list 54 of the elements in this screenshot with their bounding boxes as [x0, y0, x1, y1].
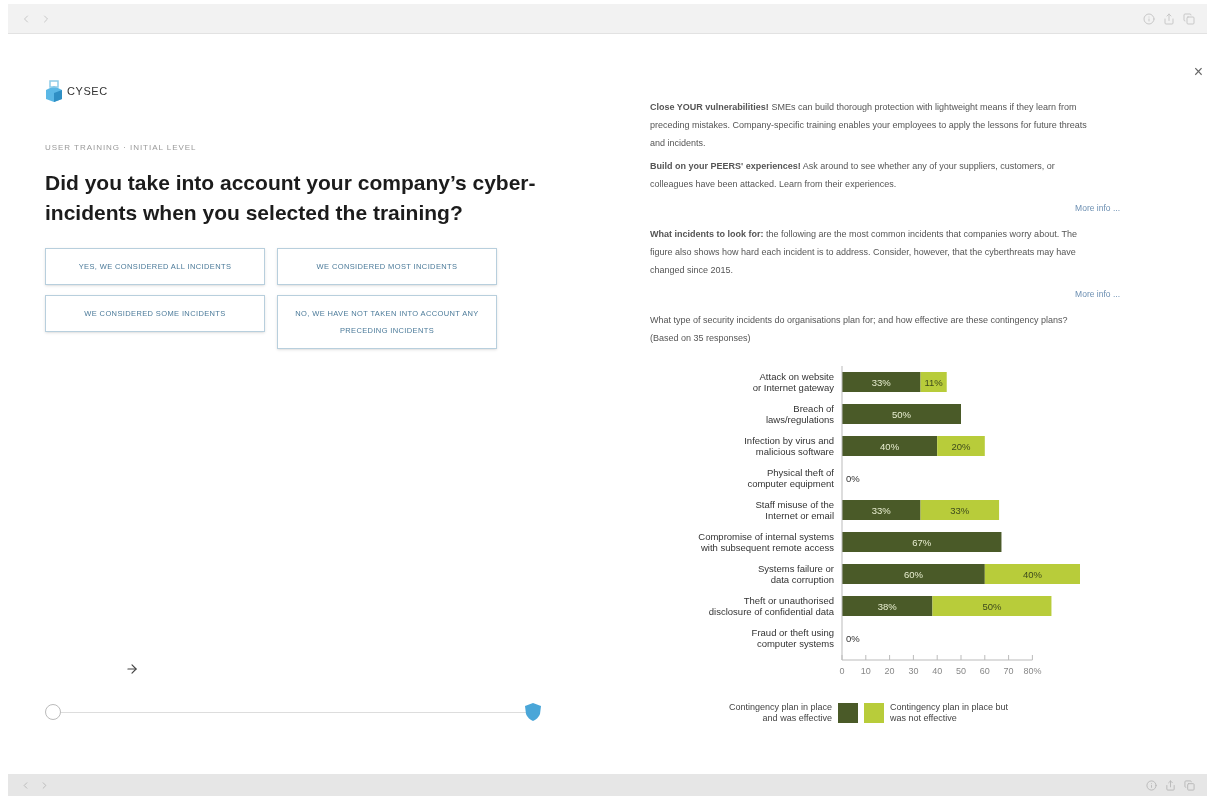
tick-label: 70 — [1003, 665, 1014, 676]
tick-label: 60 — [979, 665, 990, 676]
info-paragraph: Close YOUR vulnerabilities! SMEs can build thorough protection with lightweight means if they learn from preceding mistakes. Company-specific training enables your employees to apply the lessons for future threats and incidents. — [650, 101, 1088, 150]
tick-label: 80% — [1023, 665, 1042, 676]
tick-label: 30 — [908, 665, 919, 676]
category-label: Breach of laws/regulations — [765, 402, 834, 425]
legend-label: Contingency plan in place but was not effective — [890, 701, 1010, 724]
category-label: Theft or unauthorised disclosure of confidential data — [708, 594, 834, 617]
share-icon[interactable] — [1165, 779, 1176, 791]
info-paragraph: Build on your PEERS' experiences! Ask around to see whether any of your suppliers, customers, or colleagues have been attacked. Learn from their experiences. — [650, 160, 1056, 191]
value-label: 40% — [880, 440, 900, 451]
category-label: Attack on website or Internet gateway — [752, 370, 834, 393]
info-paragraph: What type of security incidents do organisations plan for; and how effective are these contingency plans? (Based on 35 responses) — [650, 313, 1069, 345]
tick-label: 40 — [932, 665, 943, 676]
category-label: Compromise of internal systems with subsequent remote access — [698, 530, 834, 553]
category-label: Physical theft of computer equipment — [747, 466, 834, 489]
value-label: 33% — [950, 504, 970, 515]
question-heading: Did you take into account your company’s cyber-incidents when you selected the training? — [45, 170, 537, 226]
info-paragraph: What incidents to look for: the following are the most common incidents that companies worry about. The figure also shows how hard each incident is to address. Consider, however, that the cyberthreats may have changed since 2015. — [650, 227, 1078, 277]
share-icon[interactable] — [1163, 12, 1175, 25]
value-label: 40% — [1022, 568, 1042, 579]
next-button[interactable] — [125, 662, 139, 676]
value-label: 33% — [871, 376, 891, 387]
more-info-link[interactable]: More info ... — [1075, 287, 1120, 301]
tick-label: 50 — [956, 665, 966, 676]
tabs-icon[interactable] — [1183, 12, 1195, 25]
category-label: Systems failure or data corruption — [757, 562, 834, 585]
legend-label: Contingency plan in place and was effective — [727, 701, 832, 724]
value-label: 11% — [924, 376, 943, 387]
tick-label: 10 — [860, 665, 871, 676]
value-label: 20% — [951, 440, 971, 451]
tick-label: 0 — [839, 665, 845, 676]
progress-start-handle[interactable] — [45, 704, 61, 720]
value-label: 0% — [846, 632, 860, 643]
value-label: 50% — [892, 408, 911, 419]
cube-logo-icon — [45, 80, 63, 102]
info-icon[interactable] — [1143, 12, 1155, 25]
tick-label: 20 — [884, 665, 895, 676]
value-label: 38% — [877, 600, 897, 611]
category-label: Infection by virus and malicious software — [744, 434, 834, 457]
value-label: 0% — [846, 472, 860, 483]
info-icon[interactable] — [1146, 779, 1157, 791]
value-label: 67% — [912, 536, 932, 547]
more-info-link[interactable]: More info ... — [1075, 202, 1120, 215]
close-button[interactable]: × — [1193, 64, 1203, 80]
breadcrumb: USER TRAINING · INITIAL LEVEL — [45, 142, 198, 154]
category-label: Fraud or theft using computer systems — [751, 626, 834, 649]
logo-text: CYSEC — [67, 83, 108, 99]
shield-icon — [524, 702, 542, 722]
value-label: 33% — [871, 504, 891, 515]
value-label: 50% — [982, 600, 1002, 611]
category-label: Staff misuse of the Internet or email — [755, 498, 834, 521]
value-label: 60% — [903, 568, 923, 579]
tabs-icon[interactable] — [1184, 779, 1195, 791]
